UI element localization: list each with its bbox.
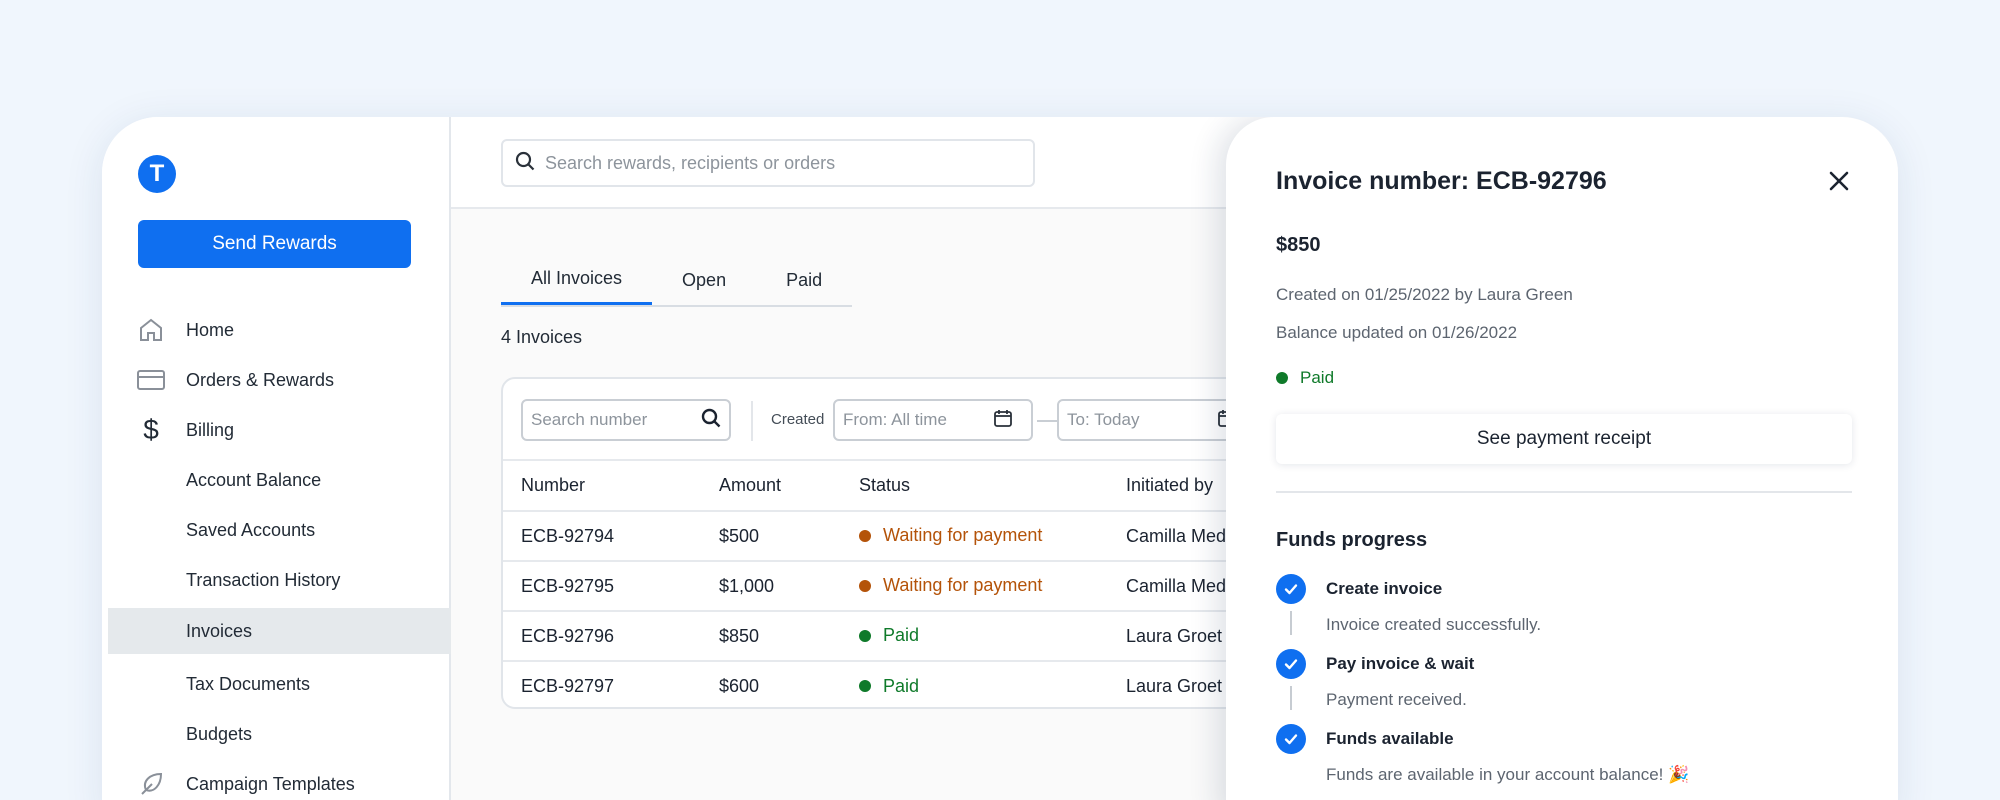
invoice-count: 4 Invoices: [501, 327, 583, 347]
status-badge: Paid: [1276, 368, 1334, 388]
global-search[interactable]: [501, 139, 1035, 187]
sidebar-item-invoices[interactable]: Invoices: [108, 608, 451, 654]
step-title: Pay invoice & wait: [1326, 654, 1475, 673]
sidebar-item-label: Orders & Rewards: [186, 369, 335, 390]
tab-open[interactable]: Open: [652, 255, 756, 305]
global-search-input[interactable]: [545, 152, 1005, 174]
number-search-input[interactable]: [531, 410, 701, 430]
send-rewards-button[interactable]: Send Rewards: [138, 220, 411, 268]
cell-number: ECB-92795: [503, 561, 701, 612]
cell-amount: $850: [701, 611, 841, 662]
step-description: Funds are available in your account bala…: [1326, 765, 1690, 784]
step-description: Invoice created successfully.: [1326, 615, 1542, 634]
sidebar-item-orders-rewards[interactable]: Orders & Rewards: [108, 355, 451, 405]
calendar-icon[interactable]: [993, 408, 1013, 433]
status-dot: [1276, 372, 1288, 384]
cell-status: Waiting for payment: [841, 511, 1108, 562]
status-text: Paid: [883, 625, 920, 646]
column-header-amount[interactable]: Amount: [701, 461, 841, 512]
cell-number: ECB-92797: [521, 676, 615, 696]
cell-amount: $500: [701, 511, 841, 562]
card-icon: [136, 365, 166, 395]
funds-progress-title: Funds progress: [1276, 529, 1428, 551]
sidebar-item-label: Billing: [186, 419, 235, 440]
step-title: Funds available: [1326, 729, 1454, 748]
tab-all-invoices[interactable]: All Invoices: [501, 255, 653, 305]
number-search[interactable]: [521, 399, 731, 441]
check-icon: [1276, 649, 1306, 679]
panel-title: Invoice number: ECB-92796: [1276, 167, 1607, 195]
sidebar-item-campaign-templates[interactable]: Campaign Templates: [108, 759, 451, 800]
column-header-status[interactable]: Status: [841, 461, 1108, 512]
sidebar-item-label: Tax Documents: [186, 673, 311, 694]
sidebar-item-label: Campaign Templates: [186, 773, 355, 794]
cell-status: Paid: [841, 661, 1108, 707]
brand-logo[interactable]: T: [138, 155, 176, 193]
feather-icon: [136, 769, 166, 799]
invoice-amount: $850: [1276, 234, 1321, 256]
sidebar-item-label: Home: [186, 319, 235, 340]
app-window: T Send Rewards Home Orders & Rewards $ B…: [102, 117, 1898, 800]
date-range-separator: [1037, 420, 1057, 422]
sidebar-item-label: Invoices: [186, 620, 253, 641]
invoice-detail-panel: Invoice number: ECB-92796 $850 Created o…: [1226, 117, 1898, 800]
sidebar-item-billing[interactable]: $ Billing: [108, 405, 451, 455]
sidebar-item-budgets[interactable]: Budgets: [108, 709, 451, 759]
status-dot: [859, 629, 871, 642]
close-button[interactable]: [1822, 165, 1856, 199]
step-connector: [1290, 686, 1292, 710]
status-text: Paid: [1300, 368, 1335, 387]
sidebar-item-saved-accounts[interactable]: Saved Accounts: [108, 505, 451, 555]
close-icon: [1829, 171, 1849, 190]
sidebar-item-tax-documents[interactable]: Tax Documents: [108, 659, 451, 709]
date-from-input[interactable]: [843, 410, 993, 430]
created-label: Created: [771, 411, 825, 428]
status-dot: [859, 529, 871, 542]
date-to-input[interactable]: [1067, 410, 1217, 430]
step-description: Payment received.: [1326, 690, 1467, 709]
created-info: Created on 01/25/2022 by Laura Green: [1276, 285, 1573, 304]
sidebar: T Send Rewards Home Orders & Rewards $ B…: [102, 117, 451, 800]
sidebar-item-label: Saved Accounts: [186, 519, 316, 540]
balance-updated-info: Balance updated on 01/26/2022: [1276, 323, 1518, 342]
cell-amount: $600: [719, 676, 760, 696]
cell-number: ECB-92796: [503, 611, 701, 662]
cell-number: ECB-92794: [503, 511, 701, 562]
sidebar-item-label: Account Balance: [186, 469, 322, 490]
check-icon: [1276, 724, 1306, 754]
status-text: Paid: [883, 675, 920, 696]
invoice-tabs: All Invoices Open Paid: [501, 255, 853, 307]
check-icon: [1276, 574, 1306, 604]
sidebar-item-transaction-history[interactable]: Transaction History: [108, 555, 451, 605]
home-icon: [136, 315, 166, 345]
dollar-icon: $: [143, 414, 159, 445]
status-text: Waiting for payment: [883, 575, 1043, 596]
search-icon: [515, 151, 535, 176]
date-from-field[interactable]: [833, 399, 1033, 441]
cell-status: Paid: [841, 611, 1108, 662]
tab-paid[interactable]: Paid: [756, 255, 852, 305]
column-header-number[interactable]: Number: [503, 461, 701, 512]
cell-amount: $1,000: [701, 561, 841, 612]
status-dot: [859, 680, 871, 693]
status-text: Waiting for payment: [883, 525, 1043, 546]
sidebar-item-label: Budgets: [186, 723, 253, 744]
panel-divider: [1276, 491, 1852, 493]
see-payment-receipt-button[interactable]: See payment receipt: [1276, 414, 1852, 464]
sidebar-item-home[interactable]: Home: [108, 305, 451, 355]
step-title: Create invoice: [1326, 579, 1443, 598]
cell-status: Waiting for payment: [841, 561, 1108, 612]
filter-divider: [751, 401, 753, 441]
search-icon[interactable]: [701, 408, 721, 433]
sidebar-item-label: Transaction History: [186, 569, 341, 590]
step-connector: [1290, 611, 1292, 635]
status-dot: [859, 579, 871, 592]
sidebar-item-account-balance[interactable]: Account Balance: [108, 455, 451, 505]
